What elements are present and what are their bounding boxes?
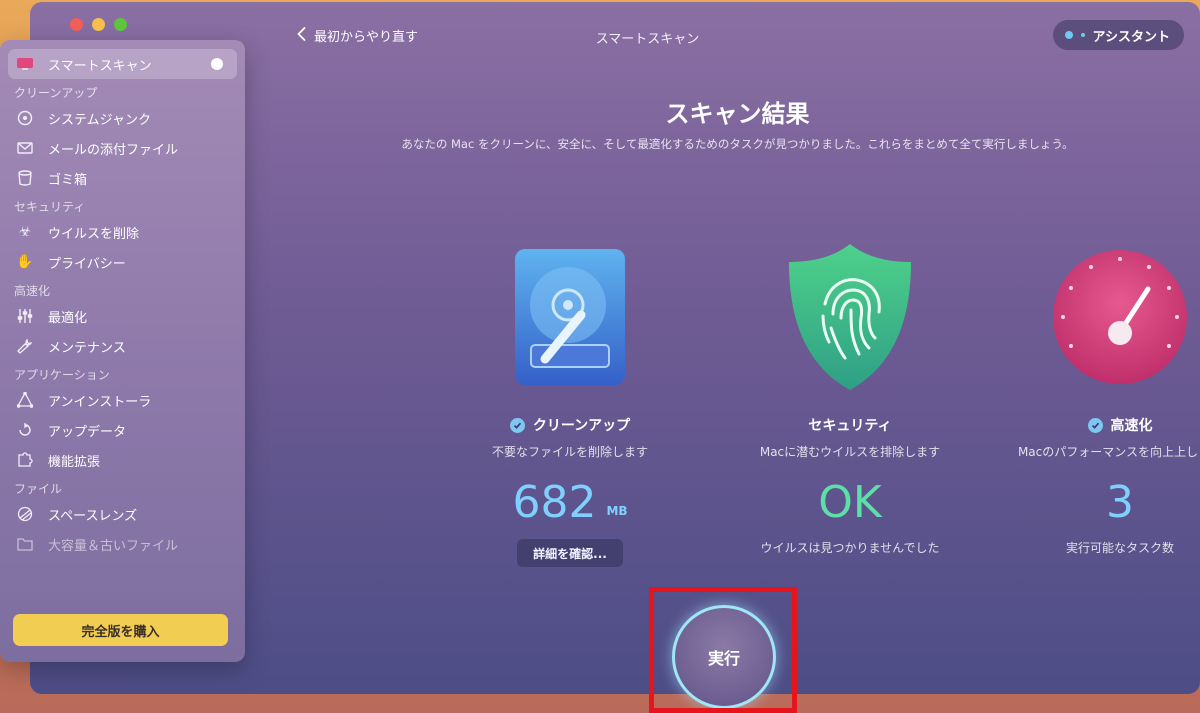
sidebar-item-mail-attachments[interactable]: メールの添付ファイル [0, 133, 245, 163]
sidebar-section-security: セキュリティ [14, 200, 86, 214]
close-window-button[interactable] [70, 18, 83, 31]
highlight-annotation-box [649, 587, 797, 713]
security-status: OK [700, 469, 1000, 525]
sidebar-item-large-old-files[interactable]: 大容量＆古いファイル [0, 529, 245, 559]
sidebar-item-updater[interactable]: アップデータ [0, 415, 245, 445]
smart-scan-icon [16, 55, 34, 73]
assistant-dot-icon [1064, 31, 1073, 39]
window-controls [70, 18, 127, 31]
sidebar-item-label: プライバシー [48, 256, 126, 272]
sidebar-item-label: ゴミ箱 [48, 172, 88, 188]
cleanup-card: クリーンアップ 不要なファイルを削除します 682 MB 詳細を確認... [420, 242, 720, 567]
security-subtext: ウイルスは見つかりませんでした [760, 541, 940, 555]
fingerprint-shield-icon [700, 242, 1000, 392]
security-name: セキュリティ [808, 418, 892, 434]
sidebar-section-speed: 高速化 [14, 284, 51, 298]
sidebar-item-label: 大容量＆古いファイル [48, 538, 179, 554]
sidebar-item-label: スペースレンズ [48, 508, 138, 524]
sidebar: スマートスキャン クリーンアップ システムジャンク メールの添付ファイル ゴミ箱… [0, 40, 245, 662]
sidebar-item-maintenance[interactable]: メンテナンス [0, 331, 245, 361]
updater-icon [16, 421, 34, 439]
sidebar-section-applications: アプリケーション [14, 368, 110, 382]
speed-task-count: 3 [970, 469, 1200, 525]
uninstaller-icon [16, 391, 34, 409]
cleanup-name: クリーンアップ [532, 418, 631, 434]
sidebar-item-label: アンインストーラ [48, 394, 152, 410]
sidebar-item-uninstaller[interactable]: アンインストーラ [0, 385, 245, 415]
speed-subtext: 実行可能なタスク数 [1065, 541, 1174, 555]
speed-check-icon [1087, 417, 1103, 433]
sidebar-item-label: スマートスキャン [48, 58, 152, 74]
hand-icon: ✋ [16, 254, 34, 270]
sidebar-item-privacy[interactable]: ✋ プライバシー [0, 247, 245, 277]
cleanup-size-unit: MB [606, 504, 628, 518]
top-bar: 最初からやり直す スマートスキャン アシスタント [275, 2, 1200, 62]
scan-status-dot [211, 58, 223, 70]
wrench-icon [16, 337, 34, 355]
cleanup-desc: 不要なファイルを削除します [491, 445, 648, 459]
folder-icon [16, 535, 34, 553]
security-card: セキュリティ Macに潜むウイルスを排除します OK ウイルスは見つかりませんで… [700, 242, 1000, 556]
speed-card: 高速化 Macのパフォーマンスを向上上します 3 実行可能なタスク数 [970, 242, 1200, 556]
sidebar-item-optimization[interactable]: 最適化 [0, 301, 245, 331]
puzzle-icon [16, 451, 34, 469]
speed-name: 高速化 [1110, 418, 1153, 434]
security-desc: Macに潜むウイルスを排除します [759, 445, 941, 459]
biohazard-icon: ☣ [18, 224, 32, 240]
assistant-label: アシスタント [1092, 29, 1170, 45]
hard-drive-icon [420, 242, 720, 392]
sidebar-item-label: 最適化 [48, 310, 88, 326]
sidebar-item-label: ウイルスを削除 [48, 226, 140, 242]
sidebar-item-label: 機能拡張 [48, 454, 101, 470]
sidebar-section-files: ファイル [14, 482, 63, 496]
sidebar-item-label: メールの添付ファイル [48, 142, 179, 158]
disk-icon [16, 109, 34, 127]
page-description: あなたの Mac をクリーンに、安全に、そして最適化するためのタスクが見つかりま… [401, 137, 1074, 151]
sidebar-item-system-junk[interactable]: システムジャンク [0, 103, 245, 133]
speedometer-icon [970, 242, 1200, 392]
page-title: スキャン結果 [665, 100, 810, 128]
sidebar-item-extensions[interactable]: 機能拡張 [0, 445, 245, 475]
cleanup-size-value: 682 [512, 477, 597, 528]
sidebar-section-cleanup: クリーンアップ [14, 86, 98, 100]
assistant-button[interactable]: アシスタント [1052, 20, 1184, 50]
zoom-window-button[interactable] [114, 18, 127, 31]
envelope-icon [16, 139, 34, 157]
space-lens-icon [16, 505, 34, 523]
review-details-button[interactable]: 詳細を確認... [517, 539, 623, 567]
sidebar-item-remove-virus[interactable]: ☣ ウイルスを削除 [0, 217, 245, 247]
sidebar-item-label: メンテナンス [48, 340, 126, 356]
buy-full-version-button[interactable]: 完全版を購入 [13, 614, 228, 646]
speed-task-count-value: 3 [1106, 477, 1134, 528]
sidebar-item-space-lens[interactable]: スペースレンズ [0, 499, 245, 529]
sidebar-item-label: システムジャンク [48, 112, 151, 128]
security-status-value: OK [818, 477, 882, 528]
sidebar-item-smart-scan[interactable]: スマートスキャン [8, 49, 237, 79]
assistant-small-dot-icon [1080, 33, 1085, 37]
cleanup-size: 682 MB [420, 469, 720, 525]
trash-icon [16, 169, 34, 187]
sliders-icon [16, 307, 34, 325]
speed-desc: Macのパフォーマンスを向上上します [1017, 445, 1200, 459]
sidebar-item-trash[interactable]: ゴミ箱 [0, 163, 245, 193]
cleanup-check-icon [509, 417, 525, 433]
minimize-window-button[interactable] [92, 18, 105, 31]
sidebar-item-label: アップデータ [48, 424, 127, 440]
